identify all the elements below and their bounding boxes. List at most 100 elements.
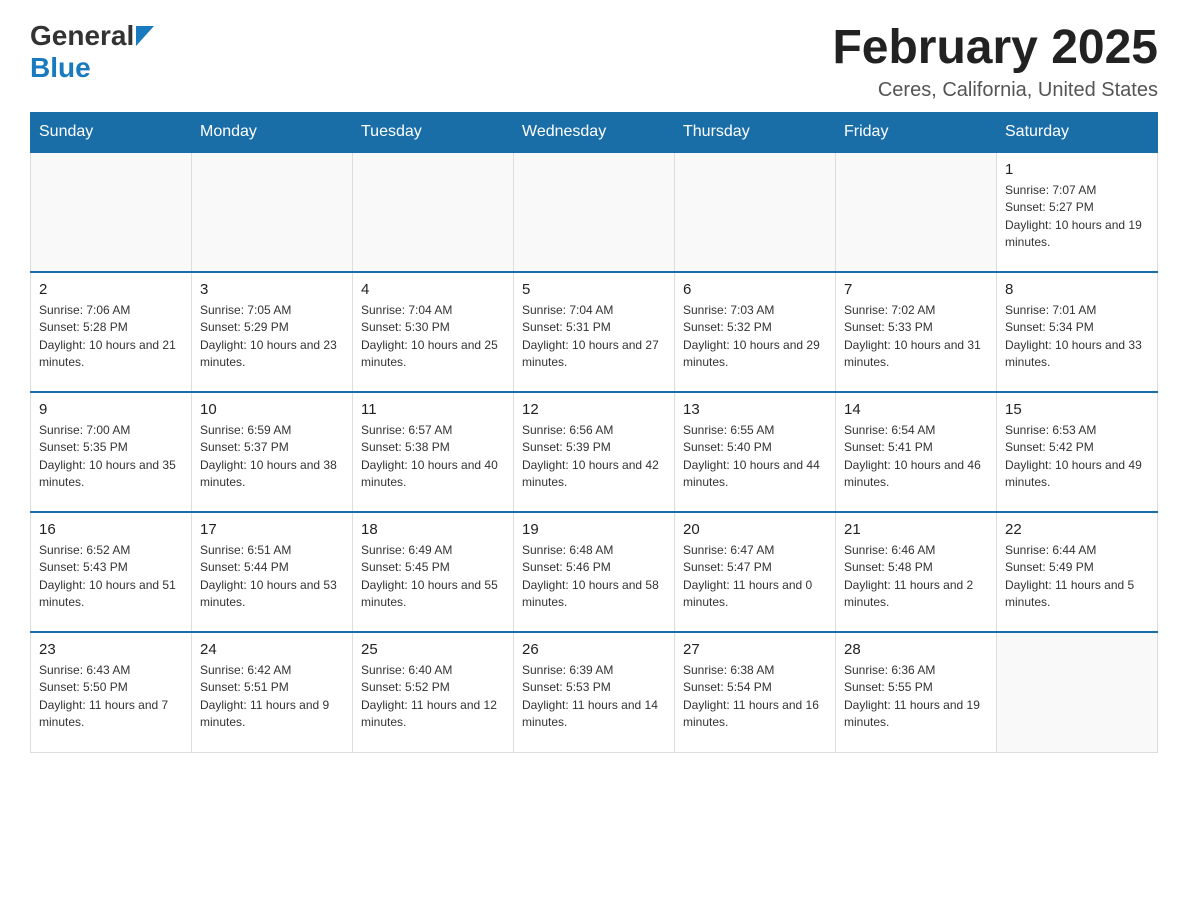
day-number: 18 [361, 521, 505, 538]
calendar-cell [675, 152, 836, 272]
calendar-cell: 28Sunrise: 6:36 AMSunset: 5:55 PMDayligh… [836, 632, 997, 752]
calendar-week-row: 9 Sunrise: 7:00 AMSunset: 5:35 PMDaylight… [31, 392, 1158, 512]
logo-blue-text: Blue [30, 52, 91, 84]
day-info: Sunrise: 6:53 AMSunset: 5:42 PMDaylight:… [1005, 422, 1149, 492]
calendar-cell: 6 Sunrise: 7:03 AMSunset: 5:32 PMDaylight… [675, 272, 836, 392]
day-info: Sunrise: 7:07 AMSunset: 5:27 PMDaylight:… [1005, 182, 1149, 252]
day-number: 14 [844, 401, 988, 418]
calendar-day-header: Friday [836, 113, 997, 153]
calendar-cell: 27 Sunrise: 6:38 AMSunset: 5:54 PMDayligh… [675, 632, 836, 752]
day-number: 8 [1005, 281, 1149, 298]
calendar-week-row: 2 Sunrise: 7:06 AMSunset: 5:28 PMDaylight… [31, 272, 1158, 392]
page-header: General Blue February 2025 Ceres, Califo… [30, 20, 1158, 102]
day-number: 27 [683, 641, 827, 658]
day-info: Sunrise: 6:55 AMSunset: 5:40 PMDaylight:… [683, 422, 827, 492]
calendar-cell: 8 Sunrise: 7:01 AMSunset: 5:34 PMDaylight… [997, 272, 1158, 392]
calendar-cell: 13 Sunrise: 6:55 AMSunset: 5:40 PMDayligh… [675, 392, 836, 512]
calendar-cell: 15 Sunrise: 6:53 AMSunset: 5:42 PMDayligh… [997, 392, 1158, 512]
day-info: Sunrise: 6:54 AMSunset: 5:41 PMDaylight:… [844, 422, 988, 492]
calendar-day-header: Tuesday [353, 113, 514, 153]
calendar-day-header: Sunday [31, 113, 192, 153]
day-number: 13 [683, 401, 827, 418]
day-info: Sunrise: 7:05 AMSunset: 5:29 PMDaylight:… [200, 302, 344, 372]
calendar-cell: 2 Sunrise: 7:06 AMSunset: 5:28 PMDaylight… [31, 272, 192, 392]
calendar-cell: 22Sunrise: 6:44 AMSunset: 5:49 PMDayligh… [997, 512, 1158, 632]
day-number: 19 [522, 521, 666, 538]
calendar-day-header: Wednesday [514, 113, 675, 153]
day-number: 23 [39, 641, 183, 658]
day-info: Sunrise: 7:00 AMSunset: 5:35 PMDaylight:… [39, 422, 183, 492]
day-info: Sunrise: 6:57 AMSunset: 5:38 PMDaylight:… [361, 422, 505, 492]
day-number: 1 [1005, 161, 1149, 178]
logo-arrow-icon [136, 26, 154, 46]
calendar-header-row: SundayMondayTuesdayWednesdayThursdayFrid… [31, 113, 1158, 153]
day-info: Sunrise: 6:38 AMSunset: 5:54 PMDaylight:… [683, 662, 827, 732]
day-info: Sunrise: 7:04 AMSunset: 5:30 PMDaylight:… [361, 302, 505, 372]
location-subtitle: Ceres, California, United States [832, 79, 1158, 102]
calendar-cell: 12Sunrise: 6:56 AMSunset: 5:39 PMDayligh… [514, 392, 675, 512]
day-number: 9 [39, 401, 183, 418]
day-number: 16 [39, 521, 183, 538]
day-number: 10 [200, 401, 344, 418]
day-info: Sunrise: 6:51 AMSunset: 5:44 PMDaylight:… [200, 542, 344, 612]
day-info: Sunrise: 6:48 AMSunset: 5:46 PMDaylight:… [522, 542, 666, 612]
calendar-cell: 23 Sunrise: 6:43 AMSunset: 5:50 PMDayligh… [31, 632, 192, 752]
calendar-cell: 19 Sunrise: 6:48 AMSunset: 5:46 PMDayligh… [514, 512, 675, 632]
day-number: 15 [1005, 401, 1149, 418]
day-info: Sunrise: 6:42 AMSunset: 5:51 PMDaylight:… [200, 662, 344, 732]
calendar-cell [997, 632, 1158, 752]
day-info: Sunrise: 6:52 AMSunset: 5:43 PMDaylight:… [39, 542, 183, 612]
calendar-day-header: Monday [192, 113, 353, 153]
day-info: Sunrise: 7:02 AMSunset: 5:33 PMDaylight:… [844, 302, 988, 372]
calendar-cell: 26 Sunrise: 6:39 AMSunset: 5:53 PMDayligh… [514, 632, 675, 752]
calendar-cell: 4 Sunrise: 7:04 AMSunset: 5:30 PMDaylight… [353, 272, 514, 392]
calendar-cell: 3 Sunrise: 7:05 AMSunset: 5:29 PMDaylight… [192, 272, 353, 392]
day-number: 7 [844, 281, 988, 298]
calendar-week-row: 16 Sunrise: 6:52 AMSunset: 5:43 PMDayligh… [31, 512, 1158, 632]
calendar-cell: 7 Sunrise: 7:02 AMSunset: 5:33 PMDaylight… [836, 272, 997, 392]
day-info: Sunrise: 7:04 AMSunset: 5:31 PMDaylight:… [522, 302, 666, 372]
calendar-cell: 18Sunrise: 6:49 AMSunset: 5:45 PMDayligh… [353, 512, 514, 632]
day-number: 4 [361, 281, 505, 298]
day-number: 2 [39, 281, 183, 298]
day-number: 24 [200, 641, 344, 658]
day-info: Sunrise: 6:39 AMSunset: 5:53 PMDaylight:… [522, 662, 666, 732]
day-number: 11 [361, 401, 505, 418]
calendar-cell: 11 Sunrise: 6:57 AMSunset: 5:38 PMDayligh… [353, 392, 514, 512]
calendar-cell: 17 Sunrise: 6:51 AMSunset: 5:44 PMDayligh… [192, 512, 353, 632]
calendar-cell: 5Sunrise: 7:04 AMSunset: 5:31 PMDaylight… [514, 272, 675, 392]
day-number: 17 [200, 521, 344, 538]
day-info: Sunrise: 6:44 AMSunset: 5:49 PMDaylight:… [1005, 542, 1149, 612]
day-number: 6 [683, 281, 827, 298]
day-info: Sunrise: 6:47 AMSunset: 5:47 PMDaylight:… [683, 542, 827, 612]
calendar-week-row: 23 Sunrise: 6:43 AMSunset: 5:50 PMDayligh… [31, 632, 1158, 752]
day-number: 12 [522, 401, 666, 418]
calendar-cell: 25Sunrise: 6:40 AMSunset: 5:52 PMDayligh… [353, 632, 514, 752]
calendar-week-row: 1 Sunrise: 7:07 AMSunset: 5:27 PMDaylight… [31, 152, 1158, 272]
day-info: Sunrise: 7:01 AMSunset: 5:34 PMDaylight:… [1005, 302, 1149, 372]
calendar-cell [192, 152, 353, 272]
day-number: 20 [683, 521, 827, 538]
calendar-cell: 1 Sunrise: 7:07 AMSunset: 5:27 PMDaylight… [997, 152, 1158, 272]
day-info: Sunrise: 7:06 AMSunset: 5:28 PMDaylight:… [39, 302, 183, 372]
calendar-cell [836, 152, 997, 272]
day-info: Sunrise: 6:43 AMSunset: 5:50 PMDaylight:… [39, 662, 183, 732]
calendar-cell: 10Sunrise: 6:59 AMSunset: 5:37 PMDayligh… [192, 392, 353, 512]
calendar-day-header: Saturday [997, 113, 1158, 153]
calendar-cell: 14 Sunrise: 6:54 AMSunset: 5:41 PMDayligh… [836, 392, 997, 512]
calendar-day-header: Thursday [675, 113, 836, 153]
day-number: 26 [522, 641, 666, 658]
calendar-cell: 20 Sunrise: 6:47 AMSunset: 5:47 PMDayligh… [675, 512, 836, 632]
calendar-cell [353, 152, 514, 272]
calendar-cell [31, 152, 192, 272]
logo-general-text: General [30, 20, 134, 52]
day-info: Sunrise: 6:36 AMSunset: 5:55 PMDaylight:… [844, 662, 988, 732]
month-title: February 2025 [832, 20, 1158, 75]
day-number: 21 [844, 521, 988, 538]
day-info: Sunrise: 7:03 AMSunset: 5:32 PMDaylight:… [683, 302, 827, 372]
calendar-table: SundayMondayTuesdayWednesdayThursdayFrid… [30, 112, 1158, 753]
calendar-cell: 21Sunrise: 6:46 AMSunset: 5:48 PMDayligh… [836, 512, 997, 632]
day-number: 3 [200, 281, 344, 298]
day-number: 25 [361, 641, 505, 658]
title-section: February 2025 Ceres, California, United … [832, 20, 1158, 102]
